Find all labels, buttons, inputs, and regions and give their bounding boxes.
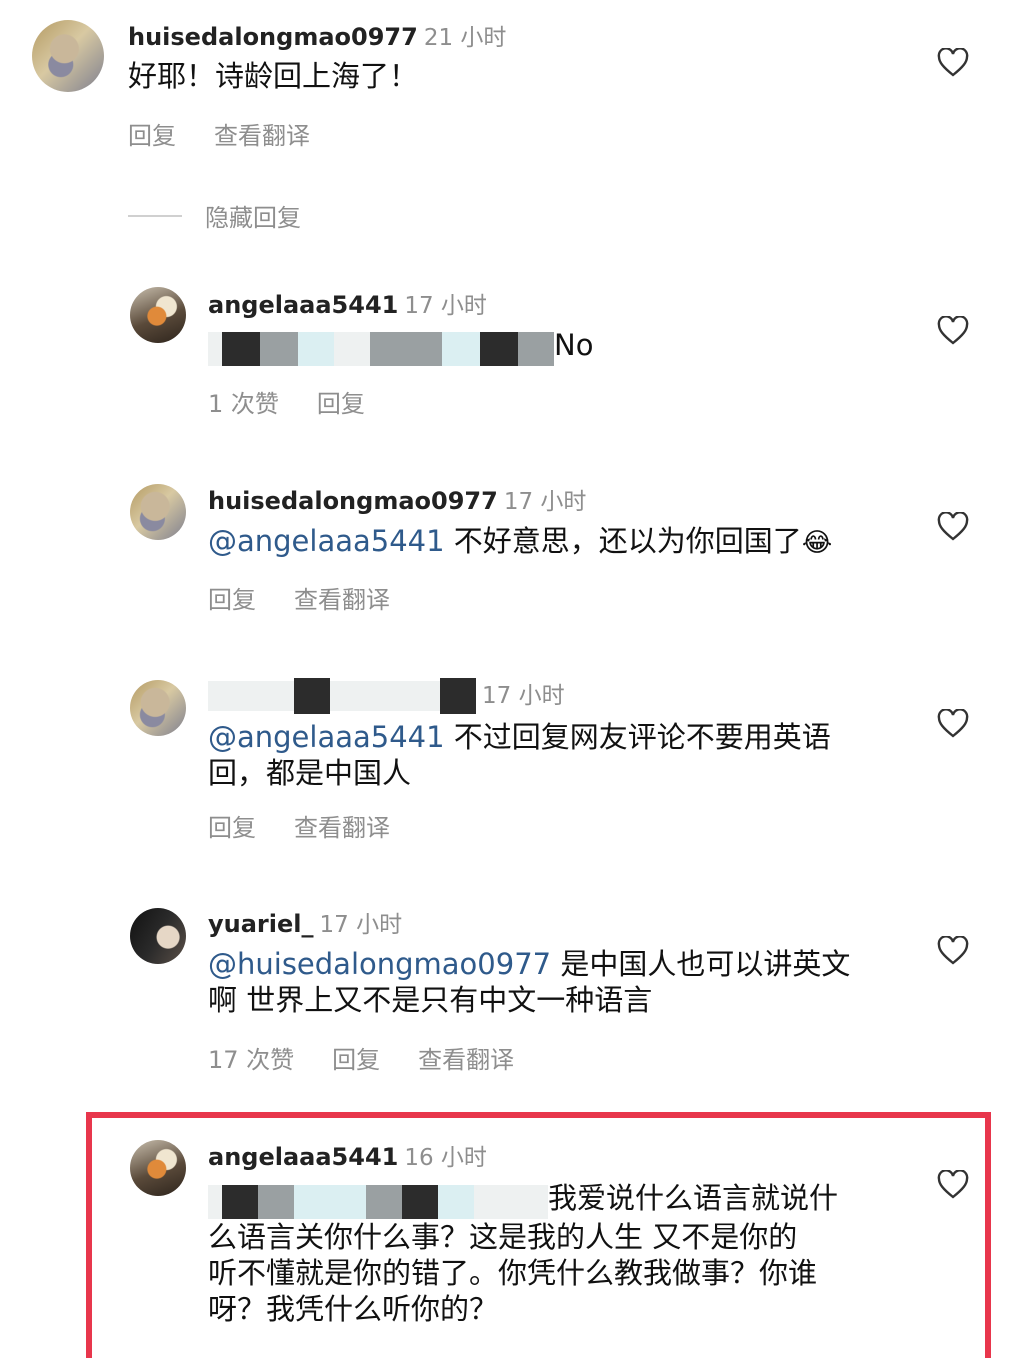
username[interactable]: yuariel_ — [208, 910, 314, 938]
reply-button[interactable]: 回复 — [128, 122, 176, 150]
reply-button[interactable]: 回复 — [208, 814, 256, 842]
redacted-block — [208, 1182, 548, 1219]
comment-text-line1: 不过回复网友评论不要用英语 — [453, 720, 831, 754]
comment-text: No — [208, 327, 593, 366]
laughing-emoji-icon: 😂 — [801, 528, 833, 558]
comment-text-line3: 听不懂就是你的错了。你凭什么教我做事？你谁 — [208, 1255, 818, 1290]
see-translation-button[interactable]: 查看翻译 — [214, 122, 310, 150]
comment-actions: 回复 查看翻译 — [208, 808, 428, 843]
comment-text-line2: 么语言关你什么事？这是我的人生 又不是你的 — [208, 1219, 798, 1254]
divider — [128, 215, 182, 217]
reply-button[interactable]: 回复 — [332, 1046, 380, 1074]
heart-icon[interactable] — [937, 48, 969, 78]
avatar[interactable] — [130, 1140, 186, 1196]
username[interactable]: angelaaa5441 — [208, 291, 398, 319]
avatar[interactable] — [32, 20, 104, 92]
likes-count[interactable]: 17 次赞 — [208, 1046, 294, 1074]
comment-actions: 回复 查看翻译 — [128, 116, 348, 151]
username[interactable]: huisedalongmao0977 — [208, 487, 498, 515]
heart-icon[interactable] — [937, 316, 969, 346]
comment-text: @angelaaa5441 不好意思，还以为你回国了😂 — [208, 523, 832, 561]
username[interactable]: angelaaa5441 — [208, 1143, 398, 1171]
heart-icon[interactable] — [937, 709, 969, 739]
timestamp: 17 小时 — [319, 912, 403, 938]
comment-text-line1: 我爱说什么语言就说什 — [548, 1181, 839, 1215]
timestamp: 17 小时 — [503, 489, 587, 515]
redacted-username — [208, 678, 476, 714]
redacted-block — [208, 329, 554, 366]
see-translation-button[interactable]: 查看翻译 — [418, 1046, 514, 1074]
comment-actions: 回复 查看翻译 — [208, 580, 428, 615]
heart-icon[interactable] — [937, 1170, 969, 1200]
comment-header: huisedalongmao0977 21 小时 — [128, 18, 506, 52]
avatar[interactable] — [130, 680, 186, 736]
username[interactable]: huisedalongmao0977 — [128, 23, 418, 51]
avatar[interactable] — [130, 287, 186, 343]
comment-header: 17 小时 — [208, 676, 565, 714]
comment-actions: 17 次赞 回复 查看翻译 — [208, 1040, 552, 1075]
comment-text-line1: 是中国人也可以讲英文 — [560, 947, 851, 981]
see-translation-button[interactable]: 查看翻译 — [294, 814, 390, 842]
comment-text: @huisedalongmao0977 是中国人也可以讲英文 啊 世界上又不是只… — [208, 946, 850, 1018]
comment-text-main: 不好意思，还以为你回国了 — [453, 524, 802, 558]
mention-link[interactable]: @angelaaa5441 — [208, 720, 445, 754]
comment-text-line4: 呀？我凭什么听你的？ — [208, 1291, 499, 1326]
comment-text-line2: 回，都是中国人 — [208, 756, 412, 790]
comment-actions: 1 次赞 回复 — [208, 384, 403, 419]
comment-text-line2: 啊 世界上又不是只有中文一种语言 — [208, 983, 653, 1017]
avatar[interactable] — [130, 484, 186, 540]
timestamp: 21 小时 — [423, 25, 507, 51]
hide-replies-button[interactable]: 隐藏回复 — [205, 198, 301, 233]
comment-text-suffix: No — [554, 328, 594, 362]
avatar[interactable] — [130, 908, 186, 964]
comment-header: huisedalongmao0977 17 小时 — [208, 482, 586, 516]
mention-link[interactable]: @huisedalongmao0977 — [208, 947, 551, 981]
timestamp: 16 小时 — [404, 1145, 487, 1171]
mention-link[interactable]: @angelaaa5441 — [208, 524, 445, 558]
comment-text: 好耶！诗龄回上海了！ — [128, 59, 419, 93]
comment-text: 我爱说什么语言就说什 么语言关你什么事？这是我的人生 又不是你的 听不懂就是你的… — [208, 1180, 838, 1327]
heart-icon[interactable] — [937, 936, 969, 966]
reply-button[interactable]: 回复 — [208, 586, 256, 614]
comment-header: yuariel_ 17 小时 — [208, 905, 402, 939]
comment-header: angelaaa5441 17 小时 — [208, 286, 487, 320]
likes-count[interactable]: 1 次赞 — [208, 390, 279, 418]
reply-button[interactable]: 回复 — [317, 390, 365, 418]
see-translation-button[interactable]: 查看翻译 — [294, 586, 390, 614]
heart-icon[interactable] — [937, 512, 969, 542]
timestamp: 17 小时 — [482, 683, 565, 709]
comment-text: @angelaaa5441 不过回复网友评论不要用英语 回，都是中国人 — [208, 719, 831, 791]
timestamp: 17 小时 — [404, 293, 487, 319]
comment-header: angelaaa5441 16 小时 — [208, 1138, 487, 1172]
